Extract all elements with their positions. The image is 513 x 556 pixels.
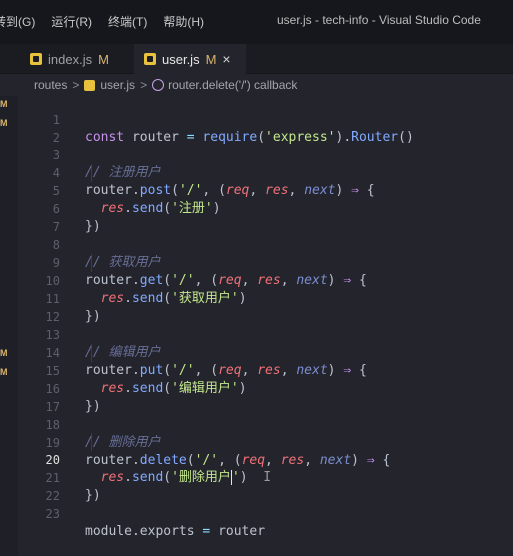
code-line: 5 res.send('注册') xyxy=(18,164,513,216)
tab-label: user.js xyxy=(162,51,200,67)
chevron-right-icon: > xyxy=(140,78,148,92)
menu-run[interactable]: 运行(R) xyxy=(51,13,92,30)
js-file-icon xyxy=(84,79,96,91)
window-title: user.js - tech-info - Visual Studio Code xyxy=(277,13,481,27)
code-line: 19 router.delete('/', (req, res, next) ⇒… xyxy=(18,416,513,468)
code-line: 17 xyxy=(18,380,513,414)
menu-bar: 转到(G) 运行(R) 终端(T) 帮助(H) xyxy=(0,13,220,30)
code-line: 3 // 注册用户 xyxy=(18,128,513,180)
chevron-right-icon: > xyxy=(72,78,80,92)
breadcrumb-folder[interactable]: routes xyxy=(34,78,67,92)
line-number: 23 xyxy=(45,507,60,521)
js-file-icon xyxy=(30,53,42,65)
modified-badge: M xyxy=(0,348,8,358)
breadcrumb-file[interactable]: user.js xyxy=(100,78,135,92)
code-line: 8 // 获取用户 xyxy=(18,218,513,270)
tab-bar: index.js M user.js M × xyxy=(0,44,513,74)
code-line: 9 router.get('/', (req, res, next) ⇒ { xyxy=(18,236,513,288)
code-line: 12 xyxy=(18,290,513,324)
explorer-strip: M M M M xyxy=(0,96,18,556)
modified-badge: M xyxy=(0,367,8,377)
code-line: 13 // 编辑用户 xyxy=(18,308,513,360)
symbol-method-icon xyxy=(152,79,165,91)
code-line: 22 xyxy=(18,469,513,503)
code-line: 18 // 删除用户 xyxy=(18,398,513,450)
close-icon[interactable]: × xyxy=(222,51,230,67)
breadcrumb-symbol[interactable]: router.delete('/') callback xyxy=(168,78,297,92)
code-editor[interactable]: 1 const router = require('express').Rout… xyxy=(18,96,513,556)
tab-index-js[interactable]: index.js M xyxy=(20,44,119,74)
code-line: 2 xyxy=(18,111,513,145)
tab-user-js[interactable]: user.js M × xyxy=(134,44,246,74)
code-line: 7 xyxy=(18,200,513,234)
code-line: 14 router.put('/', (req, res, next) ⇒ { xyxy=(18,326,513,378)
code-line: 10 res.send('获取用户') xyxy=(18,254,513,306)
code-line: 11 }) xyxy=(18,272,513,324)
modified-badge: M xyxy=(205,51,217,67)
code-line: 1 const router = require('express').Rout… xyxy=(18,93,513,145)
code-line: 6 }) xyxy=(18,182,513,234)
vscode-window: 转到(G) 运行(R) 终端(T) 帮助(H) user.js - tech-i… xyxy=(0,0,513,556)
title-bar: 转到(G) 运行(R) 终端(T) 帮助(H) user.js - tech-i… xyxy=(0,0,513,44)
code-line-current: 20 res.send('删除用户') I xyxy=(18,433,513,485)
menu-terminal[interactable]: 终端(T) xyxy=(108,13,147,30)
modified-badge: M xyxy=(0,118,8,128)
modified-badge: M xyxy=(0,99,8,109)
code-line: 15 res.send('编辑用户') xyxy=(18,344,513,396)
code-line: 23 module.exports = router xyxy=(18,487,513,539)
tab-label: index.js xyxy=(48,51,93,67)
menu-help[interactable]: 帮助(H) xyxy=(163,13,204,30)
code-line: 21 }) xyxy=(18,451,513,503)
code-line: 4 router.post('/', (req, res, next) ⇒ { xyxy=(18,146,513,198)
modified-badge: M xyxy=(98,51,109,67)
menu-goto[interactable]: 转到(G) xyxy=(0,13,35,30)
js-file-icon xyxy=(144,53,156,65)
code-line: 16 }) xyxy=(18,362,513,414)
